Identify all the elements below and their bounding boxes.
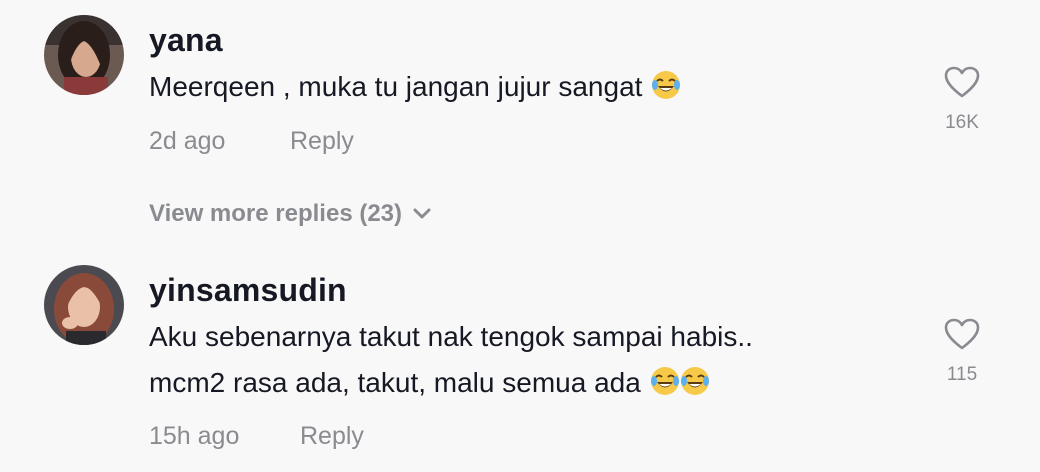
avatar[interactable] xyxy=(44,15,124,95)
comment-time: 2d ago xyxy=(149,127,226,155)
comment-item: yana Meerqeen , muka tu jangan jujur san… xyxy=(0,0,1040,250)
reply-button[interactable]: Reply xyxy=(300,422,364,451)
chevron-down-icon xyxy=(413,208,431,219)
like-button[interactable]: 16K xyxy=(932,66,992,134)
face-with-tears-of-joy-icon xyxy=(650,367,679,395)
comment-text: Meerqeen , muka tu jangan jujur sangat xyxy=(149,64,682,110)
like-count: 16K xyxy=(945,112,979,133)
face-with-tears-of-joy-icon xyxy=(652,71,681,99)
comment-username[interactable]: yana xyxy=(149,22,223,59)
view-more-replies-button[interactable]: View more replies (23) xyxy=(149,200,432,228)
comment-text-body: Meerqeen , muka tu jangan jujur sangat xyxy=(149,71,643,102)
avatar[interactable] xyxy=(44,265,124,345)
comment-text: Aku sebenarnya takut nak tengok sampai h… xyxy=(149,314,753,406)
heart-icon xyxy=(944,66,980,98)
comment-text-line-2: mcm2 rasa ada, takut, malu semua ada xyxy=(149,360,753,406)
face-with-tears-of-joy-icon xyxy=(680,367,709,395)
like-button[interactable]: 115 xyxy=(932,318,992,386)
comment-item: yinsamsudin Aku sebenarnya takut nak ten… xyxy=(0,250,1040,472)
reply-button[interactable]: Reply xyxy=(290,127,354,156)
comment-time: 15h ago xyxy=(149,422,240,450)
heart-icon xyxy=(944,318,980,350)
like-count: 115 xyxy=(946,364,978,385)
comment-text-body: mcm2 rasa ada, takut, malu semua ada xyxy=(149,367,641,398)
comment-username[interactable]: yinsamsudin xyxy=(149,272,347,309)
view-more-label: View more replies (23) xyxy=(149,200,403,227)
comment-text-line: Aku sebenarnya takut nak tengok sampai h… xyxy=(149,321,753,352)
